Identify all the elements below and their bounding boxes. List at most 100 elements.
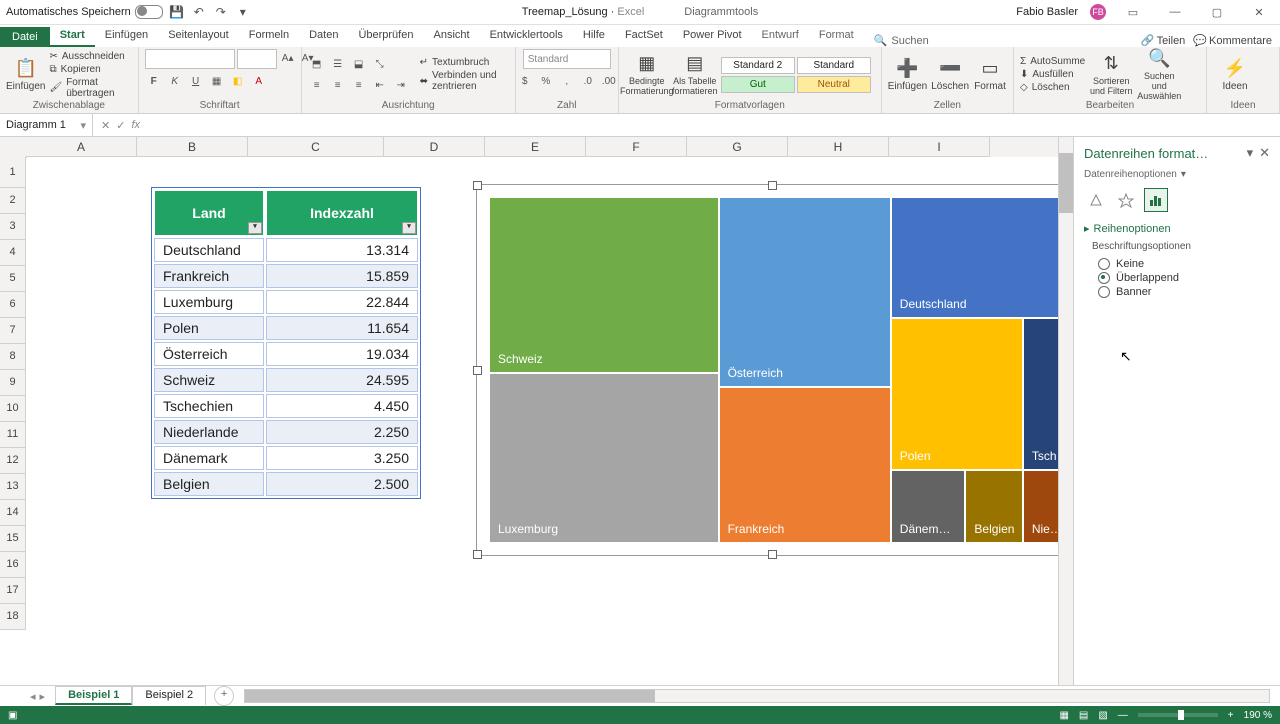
cell-land[interactable]: Niederlande [154,420,264,444]
format-painter-button[interactable]: 🖌 Format übertragen [49,77,131,99]
chart-object[interactable]: SchweizLuxemburgÖsterreichFrankreichDeut… [476,184,1058,556]
cell-style-standard2[interactable]: Standard 2 [721,57,795,74]
sort-filter-button[interactable]: ⇅Sortieren und Filtern [1089,50,1133,100]
treemap-tile-österreich[interactable]: Österreich [719,197,891,387]
treemap-tile-polen[interactable]: Polen [891,318,1023,470]
cell-land[interactable]: Schweiz [154,368,264,392]
minimize-icon[interactable]: — [1160,2,1190,22]
radio-banner[interactable]: Banner [1098,286,1270,298]
align-middle-icon[interactable]: ☰ [329,55,347,73]
cell-indexzahl[interactable]: 3.250 [266,446,418,470]
row-header[interactable]: 5 [0,266,26,292]
view-pagelayout-icon[interactable]: ▤ [1079,710,1088,721]
decrease-decimal-icon[interactable]: .00 [600,72,618,90]
formula-bar[interactable] [148,114,1280,136]
treemap-tile-frankreich[interactable]: Frankreich [719,387,891,543]
treemap-tile-tschechien[interactable]: Tsch… [1023,318,1058,470]
radio-icon[interactable] [1098,272,1110,284]
tab-file[interactable]: Datei [0,27,50,47]
cell-land[interactable]: Tschechien [154,394,264,418]
series-options-tab-icon[interactable] [1144,188,1168,212]
zoom-level[interactable]: 190 % [1244,710,1272,721]
font-color-button[interactable]: A [250,72,268,90]
col-header[interactable]: G [687,137,788,157]
col-header[interactable]: E [485,137,586,157]
fx-icon[interactable]: fx [131,119,140,132]
radio-überlappend[interactable]: Überlappend [1098,272,1270,284]
col-header[interactable]: F [586,137,687,157]
tab-ansicht[interactable]: Ansicht [423,25,479,47]
save-icon[interactable]: 💾 [169,4,185,20]
treemap-tile-dänemark[interactable]: Dänem… [891,470,966,543]
zoom-in-button[interactable]: + [1228,710,1234,721]
table-row[interactable]: Dänemark3.250 [154,446,418,470]
row-header[interactable]: 7 [0,318,26,344]
tab-seitenlayout[interactable]: Seitenlayout [158,25,239,47]
bold-button[interactable]: F [145,72,163,90]
horizontal-scrollbar[interactable] [244,689,1270,703]
cell-indexzahl[interactable]: 19.034 [266,342,418,366]
tab-formeln[interactable]: Formeln [239,25,299,47]
insert-cells-button[interactable]: ➕Einfügen [888,50,927,100]
zoom-out-button[interactable]: — [1118,710,1128,721]
pane-close-icon[interactable]: ✕ [1259,145,1270,161]
treemap-tile-deutschland[interactable]: Deutschland [891,197,1058,318]
row-header[interactable]: 3 [0,214,26,240]
pane-options-icon[interactable]: ▾ [1247,145,1254,161]
row-header[interactable]: 15 [0,526,26,552]
ribbon-mode-icon[interactable]: ▭ [1118,2,1148,22]
table-row[interactable]: Deutschland13.314 [154,238,418,262]
worksheet[interactable]: ABCDEFGHI 123456789101112131415161718 La… [0,137,1058,685]
row-header[interactable]: 8 [0,344,26,370]
table-row[interactable]: Belgien2.500 [154,472,418,496]
cell-land[interactable]: Polen [154,316,264,340]
table-row[interactable]: Österreich19.034 [154,342,418,366]
close-icon[interactable]: ✕ [1244,2,1274,22]
ideas-button[interactable]: ⚡Ideen [1213,50,1257,100]
clear-button[interactable]: ◇ Löschen [1020,82,1085,93]
radio-icon[interactable] [1098,286,1110,298]
font-size-select[interactable] [237,49,277,69]
row-header[interactable]: 16 [0,552,26,578]
zoom-slider[interactable] [1138,713,1218,717]
cell-style-neutral[interactable]: Neutral [797,76,871,93]
add-sheet-button[interactable]: + [214,686,234,706]
table-header-land[interactable]: Land▾ [154,190,264,236]
tab-start[interactable]: Start [50,25,95,47]
cell-indexzahl[interactable]: 2.500 [266,472,418,496]
row-header[interactable]: 4 [0,240,26,266]
cell-indexzahl[interactable]: 13.314 [266,238,418,262]
align-left-icon[interactable]: ≡ [308,76,326,94]
table-row[interactable]: Luxemburg22.844 [154,290,418,314]
cell-indexzahl[interactable]: 2.250 [266,420,418,444]
col-header[interactable]: H [788,137,889,157]
format-as-table-button[interactable]: ▤Als Tabelle formatieren [673,50,717,100]
increase-decimal-icon[interactable]: .0 [579,72,597,90]
record-macro-icon[interactable]: ▣ [8,710,17,721]
cell-land[interactable]: Dänemark [154,446,264,470]
autosum-button[interactable]: Σ AutoSumme [1020,56,1085,67]
wrap-text-button[interactable]: ↵ Textumbruch [420,57,509,68]
redo-icon[interactable]: ↷ [213,4,229,20]
cell-style-gut[interactable]: Gut [721,76,795,93]
underline-button[interactable]: U [187,72,205,90]
fill-button[interactable]: ⬇ Ausfüllen [1020,69,1085,80]
undo-icon[interactable]: ↶ [191,4,207,20]
format-cells-button[interactable]: ▭Format [973,50,1007,100]
cell-indexzahl[interactable]: 15.859 [266,264,418,288]
cell-land[interactable]: Frankreich [154,264,264,288]
row-header[interactable]: 18 [0,604,26,630]
user-name[interactable]: Fabio Basler [1016,6,1078,18]
number-format-select[interactable]: Standard [523,49,611,69]
row-header[interactable]: 17 [0,578,26,604]
col-header[interactable]: I [889,137,990,157]
tab-factset[interactable]: FactSet [615,25,673,47]
row-header[interactable]: 12 [0,448,26,474]
sheet-nav-next-icon[interactable]: ▸ [40,690,46,703]
align-bottom-icon[interactable]: ⬓ [350,55,368,73]
copy-button[interactable]: ⧉ Kopieren [49,64,131,75]
row-header[interactable]: 14 [0,500,26,526]
cell-indexzahl[interactable]: 4.450 [266,394,418,418]
tab-entwicklertools[interactable]: Entwicklertools [480,25,573,47]
table-row[interactable]: Niederlande2.250 [154,420,418,444]
